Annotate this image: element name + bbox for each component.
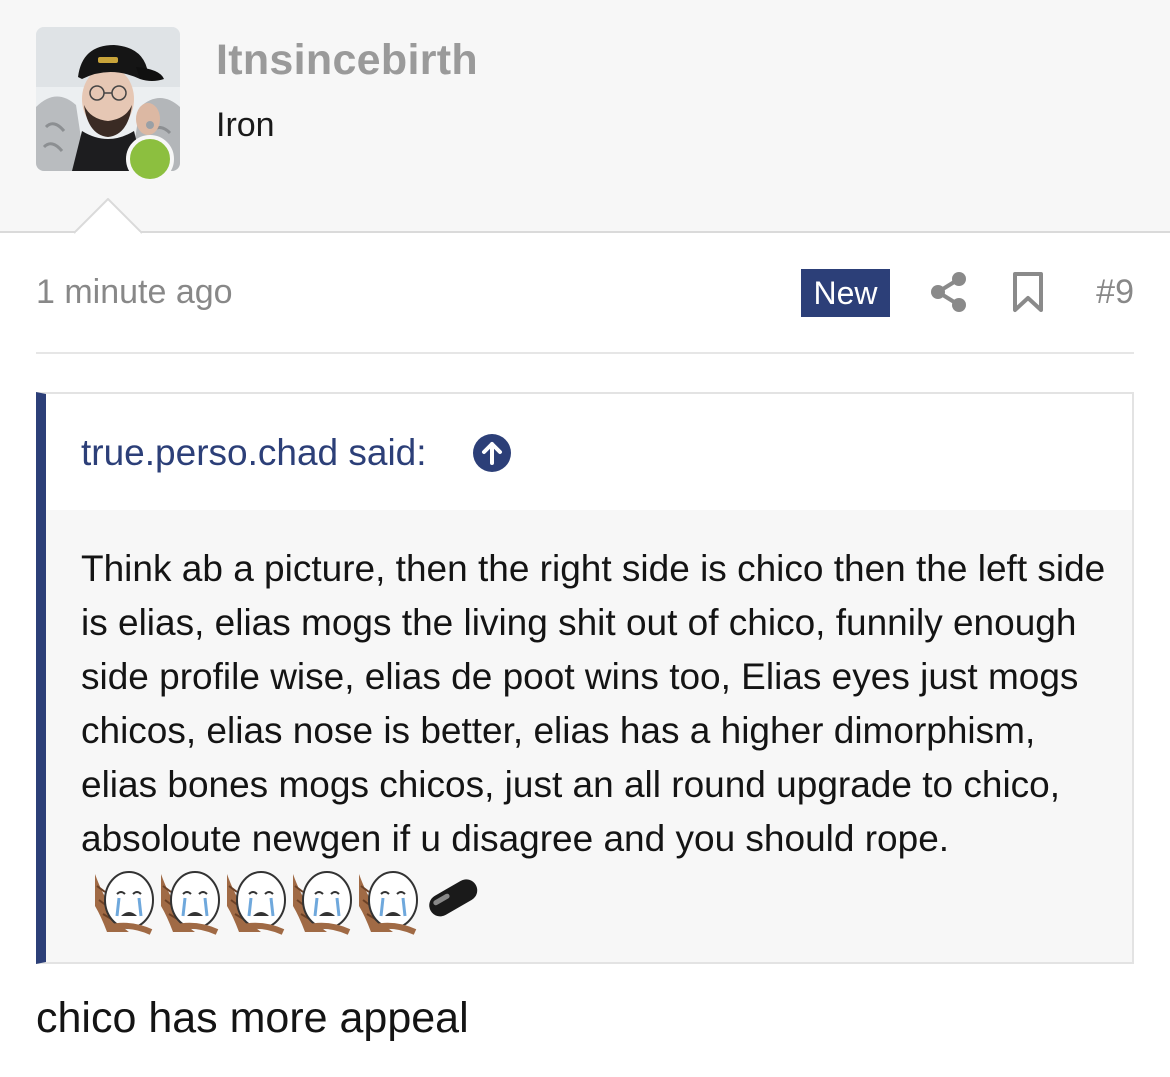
post-author-header: Itnsincebirth Iron [0,0,1170,234]
bookmark-icon[interactable] [1012,271,1044,313]
crying-rope-face-icon [161,871,220,935]
crying-rope-face-icon [359,871,418,935]
arrow-up-circle-icon[interactable] [473,434,511,472]
quote-author[interactable]: true.perso.chad said: [81,432,427,474]
post-meta-row: 1 minute ago New #9 [36,265,1134,325]
post-timestamp[interactable]: 1 minute ago [36,273,233,312]
quote-header: true.perso.chad said: [46,394,1132,510]
user-rank: Iron [216,106,275,144]
crying-rope-face-icon [227,871,286,935]
username[interactable]: Itnsincebirth [216,36,478,85]
black-pill-icon [429,879,478,917]
header-pointer-arrow [74,198,142,234]
new-post-badge: New [801,269,890,317]
share-icon[interactable] [929,271,969,313]
meta-divider [36,352,1134,354]
crying-rope-face-icon [293,871,352,935]
online-status-indicator [126,135,174,183]
post-reply-text: chico has more appeal [36,994,469,1042]
emoji-row [93,866,483,936]
quote-body: Think ab a picture, then the right side … [81,542,1111,937]
reaction-emojis [95,871,478,935]
quote-text: Think ab a picture, then the right side … [81,548,1106,859]
post-number-link[interactable]: #9 [1096,273,1134,312]
quote-block: true.perso.chad said: Think ab a picture… [36,392,1134,964]
crying-rope-face-icon [95,871,154,935]
